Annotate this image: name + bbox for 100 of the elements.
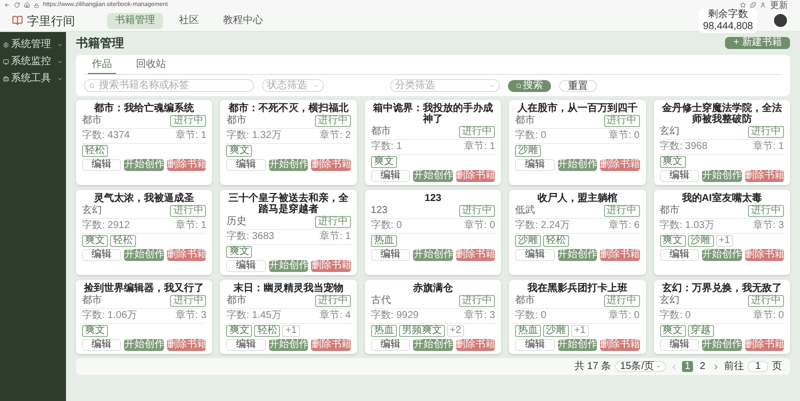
tag: 爽文 (660, 325, 686, 337)
genre-text: 都市 (515, 295, 536, 307)
edit-button[interactable]: 编辑 (515, 339, 555, 351)
avatar[interactable] (773, 13, 788, 28)
genre-text: 都市 (82, 295, 102, 307)
word-count: 字数: 1.45万 (226, 310, 282, 322)
lock-icon (34, 2, 39, 8)
sidebar-item[interactable]: 系统监控 (0, 53, 66, 70)
book-title[interactable]: 玄幻：万界兑换，我无敌了 (660, 283, 784, 294)
content-tab[interactable]: 回收站 (132, 59, 170, 74)
update-text[interactable]: 更新 (770, 0, 796, 10)
genre-text: 玄幻 (82, 205, 102, 217)
edit-button[interactable]: 编辑 (370, 339, 410, 351)
edit-button[interactable]: 编辑 (370, 249, 410, 261)
edit-button[interactable]: 编辑 (82, 159, 122, 171)
reload-icon[interactable] (14, 2, 20, 8)
book-title[interactable]: 金丹修士穿魔法学院，全法师被我整破防 (660, 103, 784, 125)
chapter-count: 章节: 1 (320, 231, 351, 243)
genre-text: 古代 (370, 295, 391, 307)
genre-text: 低武 (515, 205, 536, 217)
page-button[interactable]: 1 (682, 361, 693, 372)
book-title[interactable]: 123 (370, 193, 496, 204)
nav-tab[interactable]: 社区 (171, 12, 207, 28)
book-title[interactable]: 都市：我给亡魂编系统 (82, 103, 206, 114)
edit-button[interactable]: 编辑 (660, 339, 700, 351)
genre-text: 都市 (82, 115, 102, 127)
chapter-count: 章节: 3 (752, 220, 784, 232)
content-tab[interactable]: 作品 (88, 59, 116, 74)
book-title[interactable]: 箱中诡界：我投放的手办成神了 (370, 103, 496, 125)
menu-icon (3, 58, 9, 64)
chapter-count: 章节: 1 (464, 141, 496, 153)
word-count: 字数: 2912 (82, 220, 130, 232)
edit-button[interactable]: 编辑 (660, 249, 700, 261)
book-title[interactable]: 三十个皇子被送去和亲，全踏马是穿越者 (226, 193, 351, 215)
edit-button[interactable]: 编辑 (226, 159, 266, 171)
edit-button[interactable]: 编辑 (515, 159, 555, 171)
word-count: 字数: 9929 (370, 310, 419, 322)
back-icon[interactable] (4, 2, 10, 8)
book-title[interactable]: 我的AI室友嘴太毒 (660, 193, 784, 204)
book-title[interactable]: 赤旗满仓 (370, 283, 496, 294)
book-title[interactable]: 人在股市，从一百万到四千 (515, 103, 640, 114)
chapter-count: 章节: 0 (464, 220, 496, 232)
chapter-count: 章节: 2 (320, 130, 351, 142)
edit-button[interactable]: 编辑 (515, 249, 555, 261)
word-count: 字数: 2.24万 (515, 220, 570, 232)
star-icon[interactable] (740, 2, 746, 8)
book-title[interactable]: 收尸人，盟主躺棺 (515, 193, 640, 204)
status-badge: 进行中 (748, 126, 784, 138)
word-count: 字数: 1.03万 (660, 220, 715, 232)
edit-button[interactable]: 编辑 (660, 170, 700, 182)
search-button[interactable]: 搜索 (508, 80, 551, 92)
status-badge: 进行中 (170, 205, 206, 217)
book-title[interactable]: 末日：幽灵精灵我当宠物 (226, 283, 351, 294)
edit-button[interactable]: 编辑 (82, 339, 122, 351)
book-title[interactable]: 捡到世界编辑器，我又行了 (82, 283, 206, 294)
home-icon[interactable] (24, 2, 30, 8)
chapter-count: 章节: 1 (175, 130, 206, 142)
total-count: 共 17 条 (574, 360, 612, 372)
sidebar-item[interactable]: 系统管理 (0, 36, 66, 53)
edit-button[interactable]: 编辑 (82, 249, 122, 261)
nav-tab[interactable]: 书籍管理 (107, 12, 163, 28)
reset-button[interactable]: 重置 (559, 80, 597, 92)
book-title[interactable]: 都市：不死不灭，横扫福北 (226, 103, 351, 114)
menu-icon (3, 42, 9, 48)
edit-button[interactable]: 编辑 (226, 339, 266, 351)
edit-button[interactable]: 编辑 (226, 260, 266, 272)
chevron-icon (489, 82, 495, 88)
edit-button[interactable]: 编辑 (370, 170, 410, 182)
tag: 沙雕 (515, 235, 542, 247)
more-tags-count: +1 (716, 235, 733, 247)
tag: 穿越 (688, 325, 714, 337)
tag: 轻松 (543, 235, 570, 247)
search-field[interactable]: 搜索书籍名称或标签 (84, 79, 254, 92)
status-badge: 进行中 (604, 115, 640, 127)
new-book-button[interactable]: + 新建书籍 (725, 37, 790, 49)
status-badge: 进行中 (170, 295, 206, 307)
chapter-count: 章节: 0 (608, 310, 640, 322)
status-badge: 进行中 (604, 295, 640, 307)
book-title[interactable]: 我在黑影兵团打卡上班 (515, 283, 640, 294)
chapter-count: 章节: 3 (175, 310, 206, 322)
book-title[interactable]: 灵气太浓，我被逼成圣 (82, 193, 206, 204)
genre-text: 都市 (226, 295, 246, 307)
page-button[interactable]: 2 (697, 361, 708, 372)
tag: 沙雕 (688, 235, 714, 247)
status-badge: 进行中 (748, 205, 784, 217)
word-count: 字数: 1.06万 (82, 310, 138, 322)
nav-tab[interactable]: 教程中心 (215, 12, 271, 28)
profile-icon[interactable] (760, 2, 766, 8)
next-page-icon[interactable] (712, 362, 720, 370)
word-count: 字数: 3968 (660, 141, 708, 153)
page-title: 书籍管理 (76, 36, 124, 50)
search-icon (89, 82, 95, 88)
goto-page-field[interactable]: 1 (748, 361, 768, 372)
word-count: 字数: 0 (660, 310, 691, 322)
word-count: 字数: 0 (515, 310, 546, 322)
genre-text: 都市 (515, 115, 536, 127)
extension-icon[interactable] (750, 2, 756, 8)
sidebar-item[interactable]: 系统工具 (0, 70, 66, 87)
tag: 爽文 (660, 156, 686, 168)
page-size-select[interactable]: 15条/页 (615, 361, 666, 372)
